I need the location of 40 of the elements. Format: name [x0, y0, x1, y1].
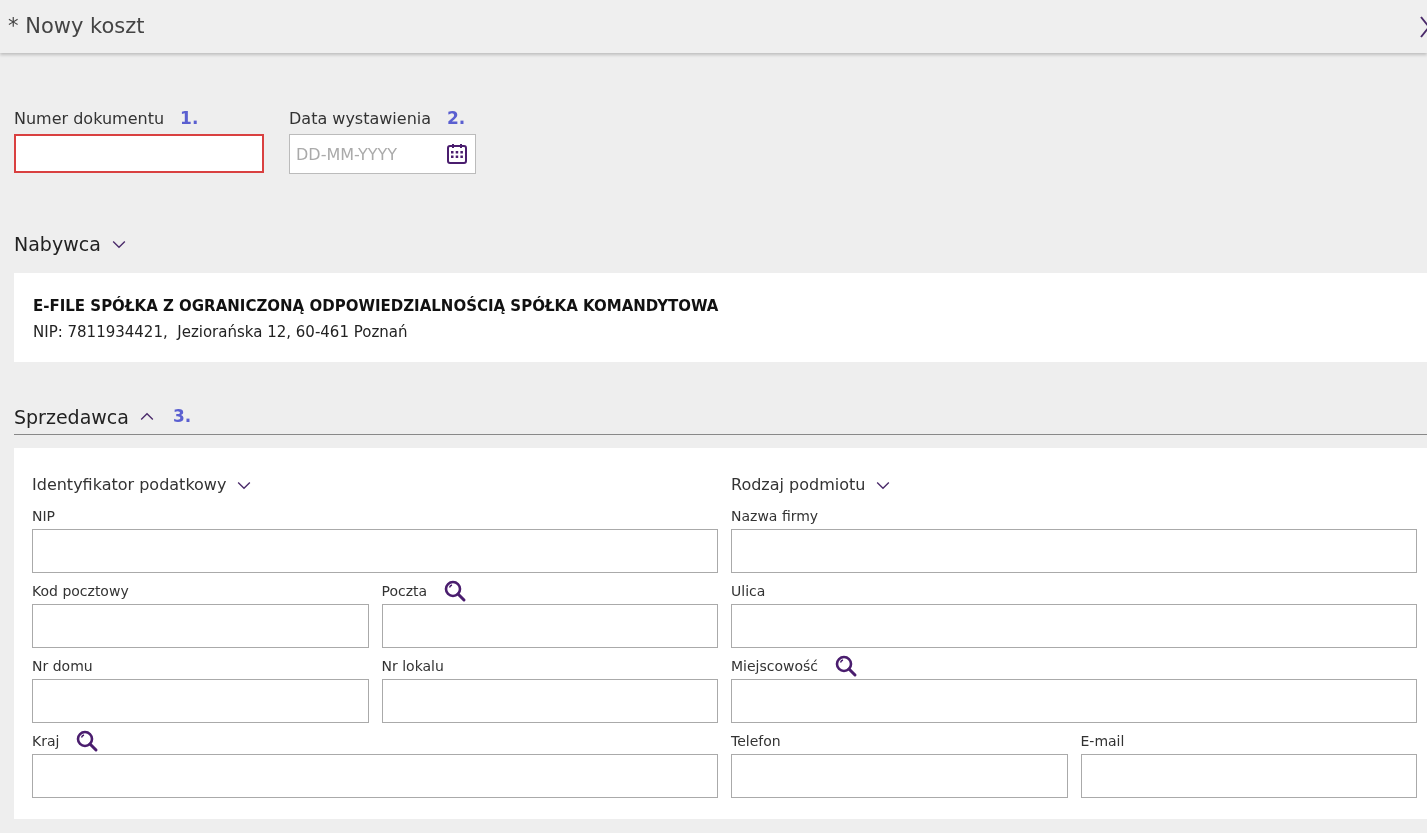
subsection-heading: Rodzaj podmiotu	[731, 474, 866, 496]
section-heading: Nabywca	[14, 231, 101, 257]
text-field[interactable]	[731, 604, 1417, 648]
section-heading: Sprzedawca	[14, 404, 129, 430]
text-field[interactable]	[14, 134, 264, 173]
text-field[interactable]	[381, 604, 718, 648]
search-icon[interactable]	[443, 579, 468, 603]
field-label: E-mail	[1080, 731, 1125, 751]
field-label: Data wystawienia	[289, 108, 432, 130]
text-field[interactable]	[32, 529, 718, 573]
subsection-heading: Identyfikator podatkowy	[32, 474, 227, 496]
field-label: Ulica	[731, 581, 766, 601]
text-field[interactable]	[731, 754, 1068, 798]
company-details: NIP: 7811934421, Jeziorańska 12, 60-461 Poznań	[33, 321, 409, 343]
annotation-number: 2.	[447, 107, 466, 131]
text-field[interactable]	[32, 679, 369, 723]
field-label: Nr lokalu	[381, 656, 444, 676]
search-icon[interactable]	[75, 729, 100, 753]
text-field[interactable]	[1080, 754, 1417, 798]
text-field[interactable]	[381, 679, 718, 723]
field-label: Kraj	[32, 731, 60, 751]
field-label: Nr domu	[32, 656, 93, 676]
text-field[interactable]	[731, 529, 1417, 573]
text-field[interactable]	[32, 604, 369, 648]
field-label: Miejscowość	[731, 656, 819, 676]
field-label: NIP	[32, 506, 56, 526]
text-field[interactable]	[32, 754, 718, 798]
window-title: * Nowy koszt	[8, 12, 145, 40]
text-field[interactable]	[731, 679, 1417, 723]
company-name: E-FILE SPÓŁKA Z OGRANICZONĄ ODPOWIEDZIALNOŚCIĄ SPÓŁKA KOMANDYTOWA	[33, 295, 720, 317]
annotation-number: 3.	[172, 405, 192, 429]
annotation-number: 1.	[180, 107, 199, 131]
field-label: Kod pocztowy	[32, 581, 129, 601]
field-label: Nazwa firmy	[731, 506, 819, 526]
search-icon[interactable]	[834, 654, 859, 678]
date-field[interactable]: DD-MM-YYYY	[289, 134, 476, 174]
field-label: Poczta	[381, 581, 428, 601]
field-label: Numer dokumentu	[14, 108, 165, 130]
field-label: Telefon	[731, 731, 781, 751]
calendar-icon[interactable]	[445, 142, 469, 166]
